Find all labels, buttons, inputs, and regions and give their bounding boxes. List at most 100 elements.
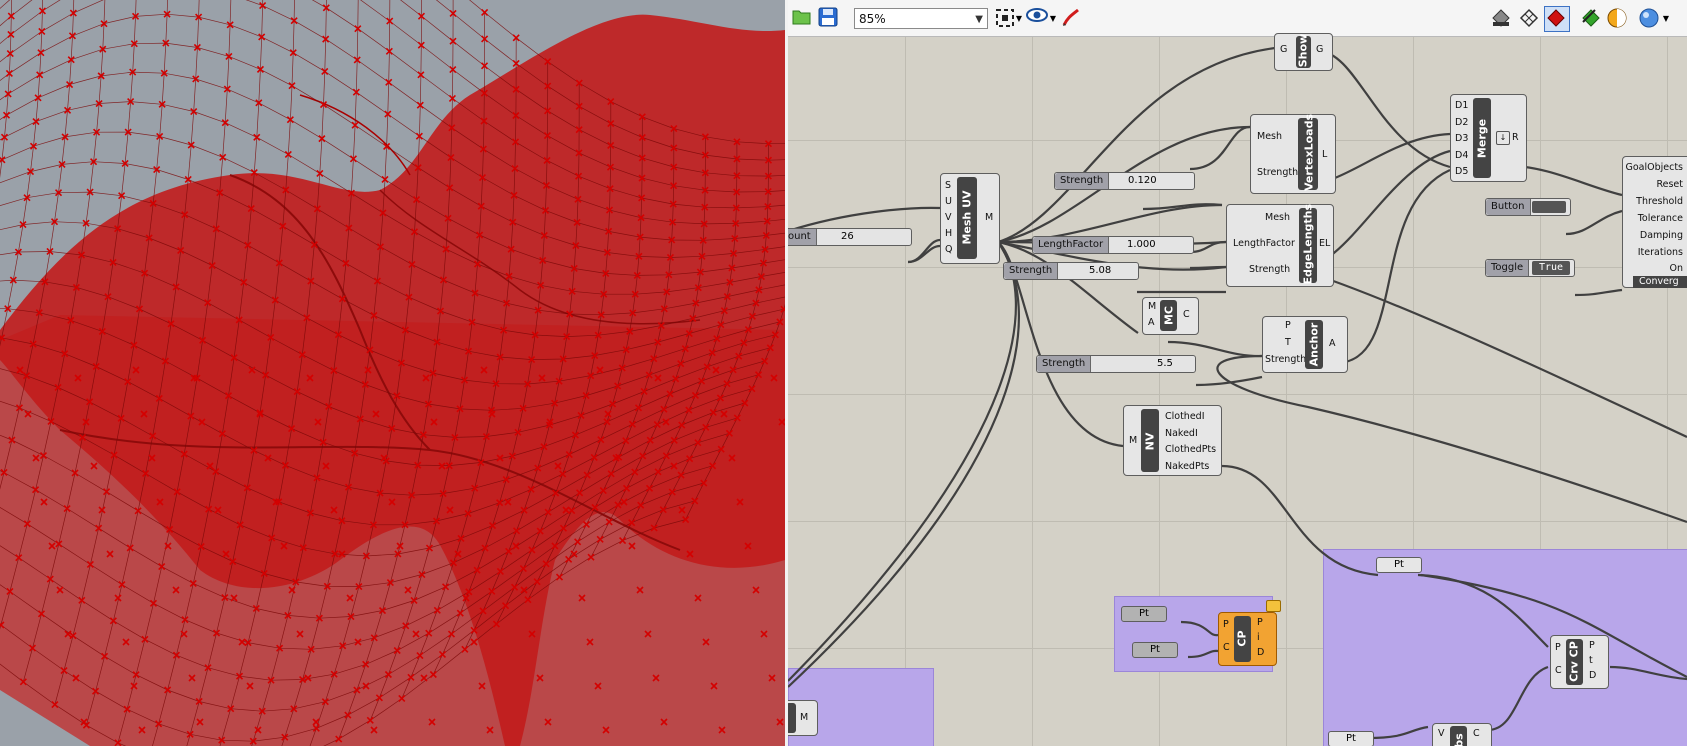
mesh-uv-input-v[interactable]: V bbox=[945, 210, 952, 226]
crv-cp-input-p[interactable]: P bbox=[1555, 642, 1561, 653]
display-toggle-icon[interactable] bbox=[1606, 7, 1628, 29]
crv-cp-output-d[interactable]: D bbox=[1589, 668, 1596, 683]
mesh-uv-component[interactable]: S U V H Q Mesh UV M bbox=[940, 173, 1000, 264]
preview-shaded-icon[interactable] bbox=[1544, 6, 1570, 32]
crv-cp-output-t[interactable]: t bbox=[1589, 653, 1596, 668]
zoom-extents-icon[interactable] bbox=[994, 7, 1016, 29]
sphere-icon[interactable] bbox=[1638, 7, 1660, 29]
arrow-down-icon[interactable]: ↓ bbox=[1496, 131, 1510, 145]
toggle-component[interactable]: Toggle True bbox=[1485, 259, 1575, 277]
nv-output-clothedpts[interactable]: ClothedPts bbox=[1165, 442, 1216, 459]
preview-off-icon[interactable] bbox=[1490, 7, 1512, 29]
chevron-down-icon[interactable]: ▼ bbox=[1048, 7, 1058, 29]
button-component[interactable]: Button bbox=[1485, 198, 1571, 216]
vertex-loads-input-mesh[interactable]: Mesh bbox=[1257, 131, 1282, 142]
zoom-dropdown[interactable]: 85% ▼ bbox=[854, 8, 988, 29]
anchor-input-p[interactable]: P bbox=[1285, 320, 1291, 331]
solver-input-iterations[interactable]: Iterations bbox=[1625, 245, 1683, 262]
nv-output-clothedi[interactable]: ClothedI bbox=[1165, 409, 1216, 426]
merge-input-d1[interactable]: D1 bbox=[1455, 98, 1468, 115]
preview-wire-icon[interactable] bbox=[1518, 7, 1540, 29]
solver-input-tolerance[interactable]: Tolerance bbox=[1625, 211, 1683, 228]
pt-param-a[interactable]: Pt bbox=[1121, 606, 1167, 622]
edge-lengths-component[interactable]: Mesh LengthFactor Strength EdgeLengths E… bbox=[1226, 204, 1334, 287]
pt-param-c[interactable]: Pt bbox=[1376, 557, 1422, 573]
mesh-uv-input-u[interactable]: U bbox=[945, 194, 952, 210]
mc-output-c[interactable]: C bbox=[1183, 309, 1190, 320]
mesh-uv-input-h[interactable]: H bbox=[945, 226, 952, 242]
edge-lengths-input-mesh[interactable]: Mesh bbox=[1265, 212, 1290, 223]
chevron-down-icon[interactable]: ▼ bbox=[1661, 7, 1671, 29]
nv-output-nakedpts[interactable]: NakedPts bbox=[1165, 459, 1216, 476]
edge-lengths-output-el[interactable]: EL bbox=[1319, 238, 1330, 249]
anchor-title: Anchor bbox=[1307, 322, 1321, 367]
vertex-strength-slider[interactable]: Strength 0.120 bbox=[1054, 172, 1195, 190]
cp-component[interactable]: P C CP P i D bbox=[1218, 600, 1281, 666]
cp-output-p[interactable]: P bbox=[1257, 615, 1264, 630]
mc-input-m[interactable]: M bbox=[1148, 301, 1156, 312]
pt-param-d[interactable]: Pt bbox=[1328, 731, 1374, 746]
solver-component[interactable]: GoalObjects Reset Threshold Tolerance Da… bbox=[1622, 156, 1687, 288]
merge-input-d3[interactable]: D3 bbox=[1455, 131, 1468, 148]
anchor-output-a[interactable]: A bbox=[1329, 338, 1336, 349]
solver-input-threshold[interactable]: Threshold bbox=[1625, 194, 1683, 211]
edge-strength-slider[interactable]: Strength 5.08 bbox=[1003, 262, 1139, 280]
toggle-value[interactable]: True bbox=[1532, 261, 1570, 275]
cp-input-c[interactable]: C bbox=[1223, 642, 1230, 653]
mesh-uv-input-s[interactable]: S bbox=[945, 178, 952, 194]
anchor-input-t[interactable]: T bbox=[1285, 337, 1291, 348]
rhino-viewport[interactable] bbox=[0, 0, 785, 746]
crv-cp-output-p[interactable]: P bbox=[1589, 638, 1596, 653]
solver-input-damping[interactable]: Damping bbox=[1625, 228, 1683, 245]
cp-output-i[interactable]: i bbox=[1257, 630, 1264, 645]
merge-input-d5[interactable]: D5 bbox=[1455, 164, 1468, 181]
solver-input-reset[interactable]: Reset bbox=[1625, 177, 1683, 194]
bottom-mid-output-c[interactable]: C bbox=[1473, 728, 1480, 739]
preview-eye-icon[interactable] bbox=[1026, 7, 1048, 29]
length-factor-slider[interactable]: LengthFactor 1.000 bbox=[1032, 236, 1194, 254]
vertex-loads-component[interactable]: Mesh Strength VertexLoads L bbox=[1250, 114, 1336, 194]
sketch-pen-icon[interactable] bbox=[1060, 7, 1082, 29]
open-file-icon[interactable] bbox=[792, 7, 814, 29]
mc-input-a[interactable]: A bbox=[1148, 317, 1155, 328]
solver-input-goalobjects[interactable]: GoalObjects bbox=[1625, 160, 1683, 177]
cp-input-p[interactable]: P bbox=[1223, 619, 1229, 630]
zoom-value: 85% bbox=[859, 12, 886, 26]
grasshopper-canvas[interactable]: G Show G S U V H Q Mesh UV M Mesh Streng… bbox=[788, 33, 1687, 746]
chevron-down-icon[interactable]: ▼ bbox=[1014, 7, 1024, 29]
show-input-g[interactable]: G bbox=[1280, 44, 1287, 55]
bottom-left-output-m[interactable]: M bbox=[800, 712, 808, 723]
save-file-icon[interactable] bbox=[818, 7, 840, 29]
button-face[interactable] bbox=[1532, 201, 1566, 213]
anchor-strength-slider[interactable]: Strength 5.5 bbox=[1036, 355, 1196, 373]
bottom-mid-input-v[interactable]: V bbox=[1438, 728, 1445, 739]
pt-param-b[interactable]: Pt bbox=[1132, 642, 1178, 658]
vertex-loads-output-l[interactable]: L bbox=[1322, 149, 1327, 160]
chevron-down-icon: ▼ bbox=[975, 14, 983, 25]
bottom-left-component[interactable]: M bbox=[788, 700, 818, 736]
nv-input-m[interactable]: M bbox=[1129, 435, 1137, 446]
nv-output-nakedi[interactable]: NakedI bbox=[1165, 426, 1216, 443]
merge-input-d2[interactable]: D2 bbox=[1455, 115, 1468, 132]
preview-selected-icon[interactable] bbox=[1580, 7, 1602, 29]
count-slider[interactable]: ount 26 bbox=[788, 228, 912, 246]
mc-component[interactable]: M A MC C bbox=[1142, 297, 1199, 335]
crv-cp-component[interactable]: P C Crv CP P t D bbox=[1550, 635, 1609, 689]
edge-lengths-input-strength[interactable]: Strength bbox=[1249, 264, 1290, 275]
merge-output-r[interactable]: R bbox=[1512, 132, 1519, 143]
nv-component[interactable]: M NV ClothedI NakedI ClothedPts NakedPts bbox=[1123, 405, 1222, 476]
merge-component[interactable]: D1 D2 D3 D4 D5 Merge ↓ R bbox=[1450, 94, 1527, 182]
anchor-component[interactable]: P T Strength Anchor A bbox=[1262, 316, 1348, 373]
merge-input-d4[interactable]: D4 bbox=[1455, 148, 1468, 165]
vertex-loads-input-strength[interactable]: Strength bbox=[1257, 167, 1298, 178]
mesh-uv-output-m[interactable]: M bbox=[985, 212, 993, 223]
crv-cp-input-c[interactable]: C bbox=[1555, 665, 1562, 676]
bottom-mid-component[interactable]: V bs C bbox=[1432, 723, 1492, 746]
anchor-strength-label: Strength bbox=[1037, 356, 1092, 372]
cp-output-d[interactable]: D bbox=[1257, 645, 1264, 660]
mesh-uv-input-q[interactable]: Q bbox=[945, 242, 952, 258]
edge-lengths-input-lengthfactor[interactable]: LengthFactor bbox=[1233, 238, 1295, 249]
show-output-g[interactable]: G bbox=[1316, 44, 1323, 55]
anchor-input-strength[interactable]: Strength bbox=[1265, 354, 1306, 365]
show-component[interactable]: G Show G bbox=[1274, 33, 1333, 71]
